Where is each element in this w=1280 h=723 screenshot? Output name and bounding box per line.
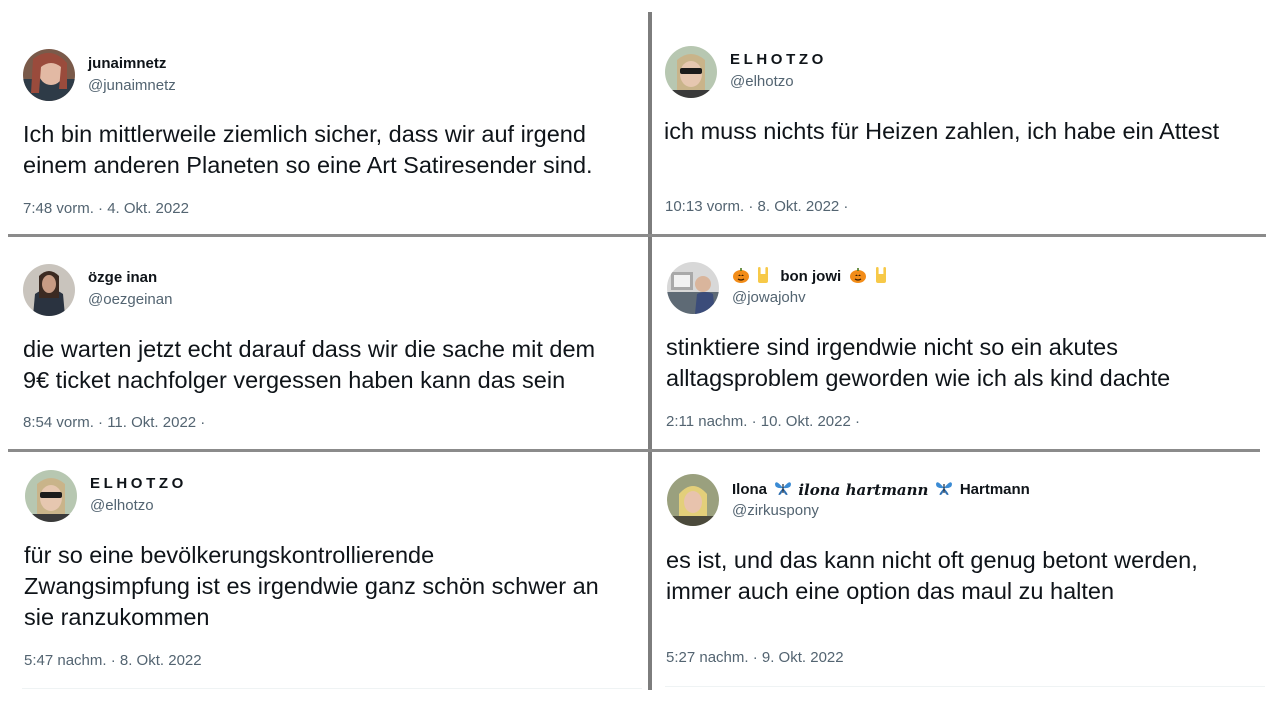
avatar[interactable] (23, 264, 75, 316)
avatar[interactable] (665, 46, 717, 98)
avatar-photo (665, 46, 717, 98)
avatar[interactable] (667, 262, 719, 314)
display-name[interactable]: bon jowi (732, 266, 890, 287)
tweet-timestamp[interactable]: 7:48 vorm. · 4. Okt. 2022 (23, 199, 189, 219)
collage-vertical-divider (648, 12, 652, 690)
butterfly-icon (935, 479, 953, 500)
display-name-last: Hartmann (959, 480, 1030, 498)
display-name-text: bon jowi (780, 267, 842, 285)
rock-hand-icon (872, 266, 890, 287)
user-handle[interactable]: @elhotzo (90, 496, 154, 516)
pumpkin-icon (849, 266, 867, 287)
tweet-timestamp[interactable]: 5:27 nachm. · 9. Okt. 2022 (666, 648, 844, 668)
tweet-timestamp[interactable]: 5:47 nachm. · 8. Okt. 2022 (24, 651, 202, 671)
tweet-text: stinktiere sind irgendwie nicht so ein a… (666, 334, 1171, 391)
user-handle[interactable]: @zirkuspony (732, 501, 819, 521)
avatar-photo (667, 262, 719, 314)
tweet-timestamp[interactable]: 2:11 nachm. · 10. Okt. 2022 · (666, 412, 860, 432)
display-name[interactable]: Ilona ilona hartmann Hartmann (732, 479, 1030, 500)
collage-horizontal-divider-top (8, 234, 1266, 237)
display-name[interactable]: özge inan (88, 268, 157, 288)
tweet-text: die warten jetzt echt darauf dass wir di… (23, 336, 596, 393)
tweet-timestamp[interactable]: 10:13 vorm. · 8. Okt. 2022 · (665, 197, 848, 217)
pumpkin-icon (732, 266, 750, 287)
display-name[interactable]: ELHOTZO (90, 474, 187, 494)
user-handle[interactable]: @oezgeinan (88, 290, 172, 310)
user-handle[interactable]: @junaimnetz (88, 76, 176, 96)
display-name-first: Ilona (732, 480, 768, 498)
avatar[interactable] (23, 49, 75, 101)
tweet-timestamp[interactable]: 8:54 vorm. · 11. Okt. 2022 · (23, 413, 205, 433)
tweet-text: Ich bin mittlerweile ziemlich sicher, da… (23, 121, 593, 178)
tweet-text: ich muss nichts für Heizen zahlen, ich h… (664, 118, 1220, 144)
user-handle[interactable]: @elhotzo (730, 72, 794, 92)
collage-horizontal-divider-bottom (8, 449, 1260, 452)
avatar-photo (23, 264, 75, 316)
user-handle[interactable]: @jowajohv (732, 288, 806, 308)
avatar[interactable] (25, 470, 77, 522)
display-name-styled: ilona hartmann (798, 480, 929, 499)
tweet-bottom-border-right (665, 686, 1265, 687)
display-name[interactable]: junaimnetz (88, 54, 166, 74)
rock-hand-icon (754, 266, 772, 287)
butterfly-icon (774, 479, 792, 500)
avatar-photo (25, 470, 77, 522)
avatar[interactable] (667, 474, 719, 526)
tweet-text: es ist, und das kann nicht oft genug bet… (666, 547, 1198, 604)
avatar-photo (667, 474, 719, 526)
display-name[interactable]: ELHOTZO (730, 50, 827, 70)
avatar-photo (23, 49, 75, 101)
tweet-text: für so eine bevölkerungskontrollierende … (24, 542, 599, 630)
tweet-bottom-border-left (22, 688, 642, 689)
